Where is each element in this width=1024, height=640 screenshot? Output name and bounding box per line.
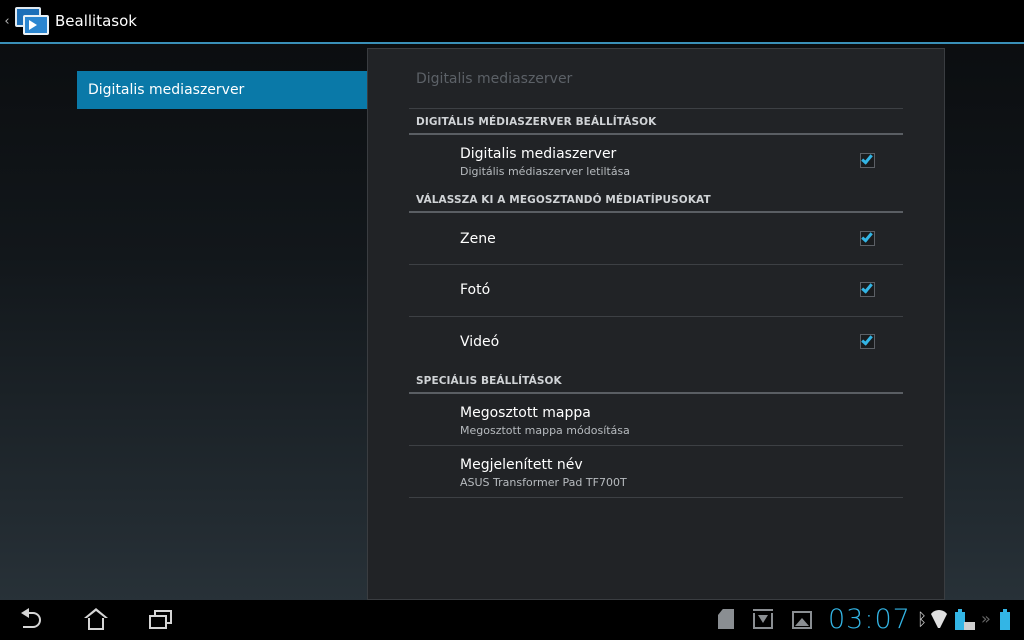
checkbox-foto[interactable] (860, 281, 875, 297)
breadcrumb: Digitalis mediaszerver (416, 71, 573, 87)
divider (409, 264, 903, 265)
pref-summary: ASUS Transformer Pad TF700T (460, 476, 627, 489)
back-icon[interactable] (19, 608, 47, 632)
settings-panel: Digitalis mediaszerver DIGITÁLIS MÉDIASZ… (367, 48, 945, 600)
pref-title: Fotó (460, 282, 491, 298)
check-icon (861, 230, 873, 243)
wifi-icon[interactable] (929, 610, 949, 628)
divider (409, 445, 903, 446)
system-bar: 03:07 ᛒ » (0, 600, 1024, 640)
divider (409, 108, 903, 109)
pref-title: Zene (460, 231, 496, 247)
check-icon (861, 333, 873, 346)
pref-summary: Digitális médiaszerver letiltása (460, 165, 631, 178)
checkbox-zene[interactable] (860, 230, 875, 246)
keyboard-dock-icon[interactable] (964, 622, 975, 630)
check-icon (861, 152, 873, 165)
left-pane-item-digitalis-mediaszerver[interactable]: Digitalis mediaszerver (77, 71, 367, 109)
section-divider (409, 133, 903, 135)
pref-title: Digitalis mediaszerver (460, 146, 617, 162)
section-divider (409, 211, 903, 213)
pref-summary: Megosztott mappa módosítása (460, 424, 630, 437)
dock-battery-icon[interactable] (1000, 609, 1010, 630)
pref-title: Megjelenített név (460, 457, 583, 473)
clock[interactable]: 03:07 (828, 604, 911, 635)
section-divider (409, 392, 903, 394)
home-icon[interactable] (82, 608, 110, 632)
sd-card-icon[interactable] (718, 609, 734, 629)
divider (409, 316, 903, 317)
chevron-left-icon[interactable]: ‹ (3, 14, 11, 29)
divider (409, 497, 903, 498)
checkbox-media-server[interactable] (860, 152, 875, 168)
action-bar: ‹ Beallitasok (0, 0, 1024, 44)
checkbox-video[interactable] (860, 333, 875, 349)
section-header-media-server: DIGITÁLIS MÉDIASZERVER BEÁLLÍTÁSOK (416, 116, 657, 128)
media-server-icon[interactable] (13, 3, 49, 39)
image-icon[interactable] (792, 611, 812, 629)
app-title[interactable]: Beallitasok (55, 12, 137, 30)
check-icon (861, 281, 873, 294)
pref-title: Videó (460, 334, 500, 350)
recent-apps-icon[interactable] (146, 608, 174, 632)
pref-title: Megosztott mappa (460, 405, 591, 421)
left-pane-item-label: Digitalis mediaszerver (88, 82, 245, 98)
more-icon[interactable]: » (981, 609, 991, 628)
bluetooth-icon[interactable]: ᛒ (917, 610, 927, 630)
download-icon[interactable] (753, 609, 773, 629)
section-header-media-types: VÁLASSZA KI A MEGOSZTANDÓ MÉDIATÍPUSOKAT (416, 194, 711, 206)
section-header-special: SPECIÁLIS BEÁLLÍTÁSOK (416, 375, 562, 387)
